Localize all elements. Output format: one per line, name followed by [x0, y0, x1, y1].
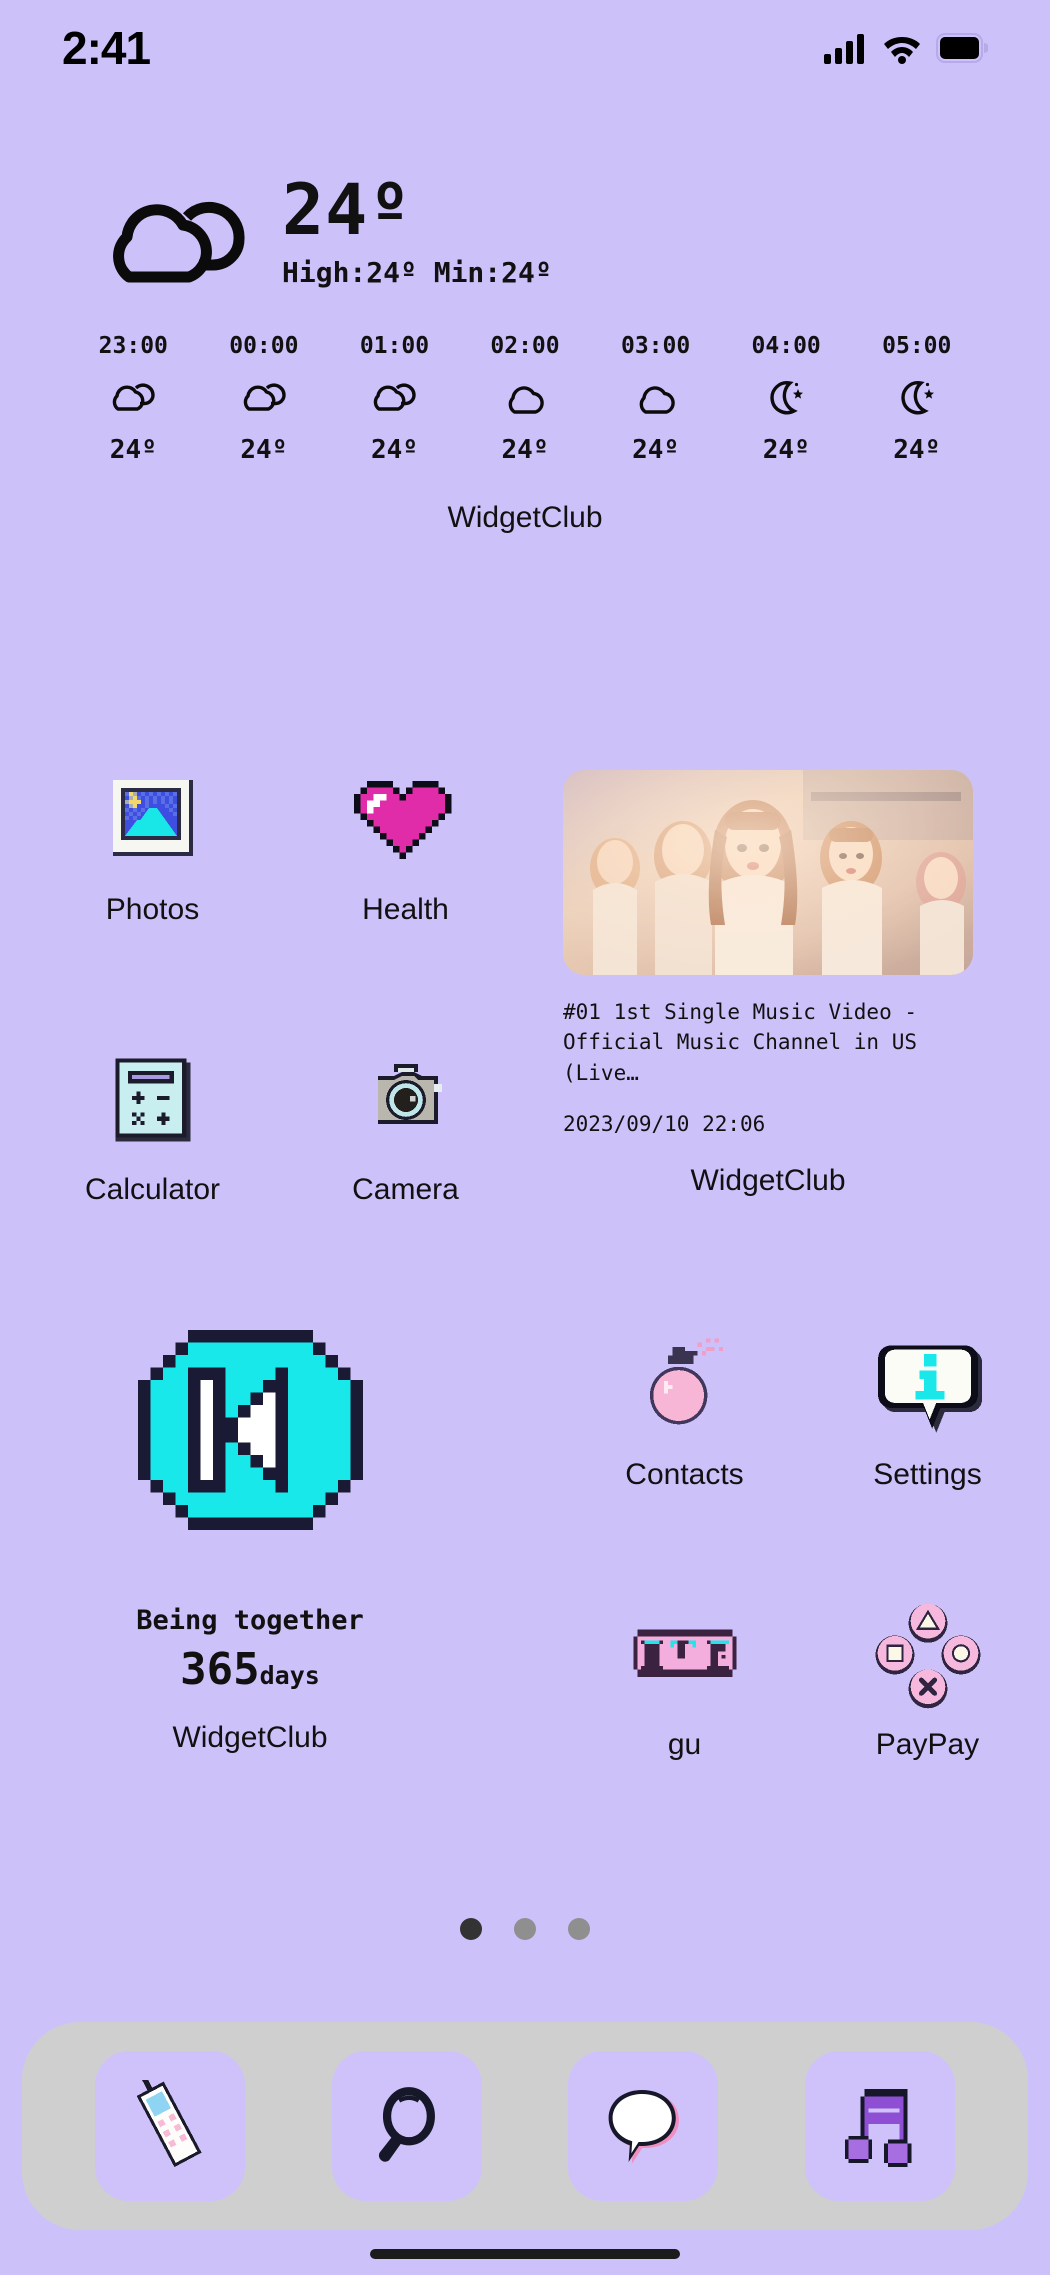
previous-track-icon[interactable] [130, 1330, 370, 1530]
counter-number: 365 [180, 1644, 260, 1695]
app-contacts[interactable]: Contacts [563, 1330, 806, 1492]
cloudy-icon [238, 371, 290, 425]
bomb-icon [630, 1330, 740, 1440]
gamepad-buttons-icon [873, 1600, 983, 1710]
pixel-heart-icon [351, 765, 461, 875]
app-calculator[interactable]: Calculator [26, 1045, 279, 1207]
app-photos[interactable]: Photos [26, 765, 279, 927]
app-grid-row-4: gu PayPay [563, 1600, 1050, 1762]
weather-hour-time: 00:00 [229, 333, 299, 359]
dock [22, 2022, 1028, 2230]
weather-hour-time: 04:00 [751, 333, 821, 359]
omg-icon [630, 1600, 740, 1710]
weather-current: 24º High:24º Min:24º [0, 175, 1050, 305]
weather-hourly-row: 23:00 24º 00:00 24º 01:00 24º 02:00 24º 03:00 24º… [0, 333, 1050, 465]
app-label-contacts: Contacts [625, 1458, 744, 1491]
status-bar: 2:41 [0, 0, 1050, 95]
counter-title: Being together [136, 1605, 364, 1636]
weather-high-low: High:24º Min:24º [282, 255, 552, 289]
weather-widget-caption: WidgetClub [447, 501, 603, 534]
weather-hour-temp: 24º [109, 435, 157, 465]
app-label-gu: gu [667, 1728, 702, 1761]
photos-icon [98, 765, 208, 875]
weather-hour-1: 00:00 24º [199, 333, 330, 465]
app-paypay[interactable]: PayPay [806, 1600, 1049, 1762]
cloud-icon [499, 371, 551, 425]
dock-item-phone[interactable] [95, 2051, 246, 2201]
video-date: 2023/09/10 22:06 [563, 1112, 766, 1137]
home-screen: 2:41 24º High:24º Min:24º 23:00 24º 00:0… [0, 0, 1050, 2275]
weather-hour-time: 23:00 [98, 333, 168, 359]
weather-widget[interactable]: 24º High:24º Min:24º 23:00 24º 00:00 24º 01:… [0, 175, 1050, 535]
signal-bars-icon [824, 32, 868, 64]
weather-hour-6: 05:00 24º [851, 333, 982, 465]
flip-phone-icon [124, 2080, 216, 2172]
battery-full-icon [936, 32, 988, 63]
dock-item-music[interactable] [804, 2051, 955, 2201]
status-indicators [824, 32, 988, 64]
weather-hour-time: 01:00 [359, 333, 430, 359]
wifi-icon [882, 32, 922, 64]
moon-stars-icon [891, 371, 943, 425]
music-widget[interactable] [130, 1330, 370, 1530]
weather-hour-time: 05:00 [882, 333, 952, 359]
weather-hour-temp: 24º [893, 435, 941, 465]
app-grid-row-3: Contacts Settings [563, 1330, 1050, 1492]
counter-unit: days [259, 1661, 320, 1690]
weather-hour-time: 03:00 [620, 333, 691, 359]
app-settings[interactable]: Settings [806, 1330, 1049, 1492]
app-camera[interactable]: Camera [279, 1045, 532, 1207]
dock-item-search[interactable] [331, 2051, 482, 2201]
speech-bubble-icon [599, 2082, 687, 2170]
app-label-calculator: Calculator [84, 1173, 221, 1206]
home-indicator [370, 2249, 680, 2259]
page-dot-1[interactable] [514, 1918, 536, 1940]
counter-widget[interactable]: Being together 365days WidgetClub [55, 1605, 445, 1755]
music-note-icon [837, 2081, 923, 2171]
weather-hour-temp: 24º [370, 435, 418, 465]
counter-value: 365days [55, 1644, 445, 1695]
cloudy-icon [95, 181, 260, 301]
cloudy-icon [107, 371, 159, 425]
video-title-line-1: #01 1st Single Music Video - [563, 1000, 918, 1024]
app-gu[interactable]: gu [563, 1600, 806, 1762]
weather-hour-temp: 24º [762, 435, 810, 465]
app-label-settings: Settings [873, 1458, 982, 1491]
video-widget[interactable]: #01 1st Single Music Video - Official Mu… [563, 770, 973, 1198]
dock-item-messages[interactable] [568, 2051, 719, 2201]
page-dot-0[interactable] [460, 1918, 482, 1940]
moon-stars-icon [760, 371, 812, 425]
camera-icon [351, 1045, 461, 1155]
weather-hour-temp: 24º [240, 435, 288, 465]
weather-hour-4: 03:00 24º [590, 333, 721, 465]
app-health[interactable]: Health [279, 765, 532, 927]
page-indicator[interactable] [0, 1918, 1050, 1940]
app-label-health: Health [362, 893, 449, 926]
weather-hour-2: 01:00 24º [329, 333, 460, 465]
app-label-camera: Camera [352, 1173, 459, 1206]
cloud-icon [630, 371, 682, 425]
calculator-icon [98, 1045, 208, 1155]
video-title-line-2: Official Music Channel in US (Live… [563, 1030, 918, 1085]
weather-hour-5: 04:00 24º [721, 333, 852, 465]
weather-hour-temp: 24º [632, 435, 680, 465]
page-dot-2[interactable] [568, 1918, 590, 1940]
counter-widget-caption: WidgetClub [172, 1721, 328, 1754]
weather-hour-temp: 24º [501, 435, 549, 465]
weather-hour-0: 23:00 24º [68, 333, 199, 465]
info-bubble-icon [873, 1330, 983, 1440]
weather-hour-3: 02:00 24º [460, 333, 591, 465]
cloudy-icon [368, 371, 420, 425]
status-clock: 2:41 [62, 21, 151, 74]
magnifier-icon [364, 2083, 450, 2169]
weather-current-temp: 24º [282, 169, 412, 251]
weather-hour-time: 02:00 [490, 333, 560, 359]
app-label-photos: Photos [105, 893, 200, 926]
video-widget-caption: WidgetClub [690, 1164, 846, 1198]
video-title: #01 1st Single Music Video - Official Mu… [563, 997, 973, 1088]
app-label-paypay: PayPay [875, 1728, 980, 1761]
video-thumbnail[interactable] [563, 770, 973, 975]
